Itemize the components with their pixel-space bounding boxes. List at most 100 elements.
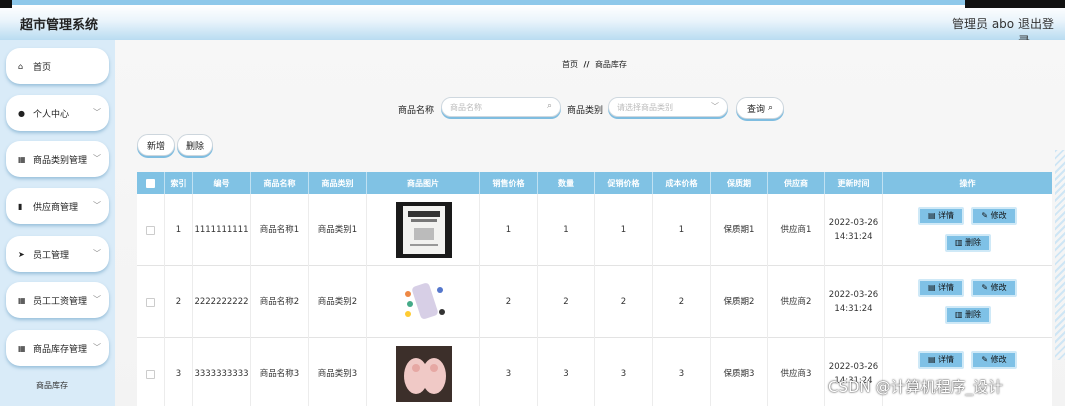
edit-button[interactable]: ✎ 修改 xyxy=(971,351,1017,369)
phone-image[interactable] xyxy=(396,274,452,330)
cell-cost-price: 3 xyxy=(653,338,711,406)
cell-cost-price: 2 xyxy=(653,266,711,338)
sidebar-item-home[interactable]: ⌂ 首页 xyxy=(6,48,109,84)
watermark: CSDN @计算机程序_设计 xyxy=(828,378,1004,396)
cell-actions: ▤ 详情 ✎ 修改 ▥ 删除 xyxy=(883,266,1052,338)
column-header[interactable]: 商品名称 xyxy=(251,172,309,194)
sidebar-item-label: 商品库存管理 xyxy=(33,344,88,355)
current-user-label: 管理员 abo xyxy=(952,17,1015,31)
product-name-input[interactable]: 商品名称 ⌕ xyxy=(441,97,561,117)
grid-icon: ▦ xyxy=(18,343,26,353)
cell-image xyxy=(367,338,480,406)
update-time: 14:31:24 xyxy=(834,304,873,314)
cell-name: 商品名称3 xyxy=(251,338,309,406)
query-button[interactable]: 查询 ⌕ xyxy=(736,97,784,119)
edit-button[interactable]: ✎ 修改 xyxy=(971,279,1017,297)
shoes-image[interactable] xyxy=(396,346,452,402)
edit-label: 修改 xyxy=(990,355,1007,364)
row-checkbox[interactable] xyxy=(146,369,155,379)
cell-category: 商品类别3 xyxy=(309,338,367,406)
row-checkbox-cell xyxy=(137,338,165,406)
sidebar-item-inventory-management[interactable]: ▦ 商品库存管理 ﹀ xyxy=(6,330,109,366)
document-icon: ▤ xyxy=(927,283,936,292)
row-delete-button[interactable]: ▥ 删除 xyxy=(945,234,991,252)
search-icon: ⌕ xyxy=(767,103,774,113)
top-bar: 超市管理系统 管理员 abo 退出登录 xyxy=(0,0,1065,48)
edit-button[interactable]: ✎ 修改 xyxy=(971,207,1017,225)
delete-button[interactable]: 删除 xyxy=(177,134,213,156)
table-row: 2 2222222222 商品名称2 商品类别2 2 2 2 2 保质期2 供应… xyxy=(137,266,1052,338)
cell-code: 1111111111 xyxy=(193,194,251,266)
cell-sale-price: 1 xyxy=(480,194,538,266)
cell-promo-price: 3 xyxy=(595,338,653,406)
document-icon: ▤ xyxy=(927,211,936,220)
cell-quantity: 3 xyxy=(538,338,595,406)
row-delete-button[interactable]: ▥ 删除 xyxy=(945,306,991,324)
query-button-label: 查询 xyxy=(746,104,765,115)
row-checkbox[interactable] xyxy=(146,297,155,307)
app-title: 超市管理系统 xyxy=(20,18,99,33)
column-header[interactable]: 成本价格 xyxy=(653,172,711,194)
bar-chart-icon: ▮ xyxy=(18,201,23,211)
top-right-corner xyxy=(965,0,1065,8)
cell-code: 3333333333 xyxy=(193,338,251,406)
cell-supplier: 供应商1 xyxy=(768,194,825,266)
sidebar-item-staff-management[interactable]: ➤ 员工管理 ﹀ xyxy=(6,236,109,272)
send-icon: ➤ xyxy=(18,249,25,259)
sidebar-item-label: 员工管理 xyxy=(33,250,70,261)
column-header[interactable]: 编号 xyxy=(193,172,251,194)
sidebar-item-label: 商品类别管理 xyxy=(33,155,88,166)
trash-icon: ▥ xyxy=(954,310,963,319)
sidebar-item-salary-management[interactable]: ▦ 员工工资管理 ﹀ xyxy=(6,282,109,318)
column-header[interactable]: 商品图片 xyxy=(367,172,480,194)
column-header: 操作 xyxy=(959,178,976,188)
search-icon: ⌕ xyxy=(546,101,552,111)
breadcrumb-home[interactable]: 首页 xyxy=(562,60,578,69)
pencil-icon: ✎ xyxy=(981,283,989,292)
column-header[interactable]: 商品类别 xyxy=(309,172,367,194)
detail-label: 详情 xyxy=(938,211,955,220)
column-header[interactable]: 保质期 xyxy=(711,172,768,194)
cell-promo-price: 2 xyxy=(595,266,653,338)
trash-icon: ▥ xyxy=(954,238,963,247)
product-category-select[interactable]: 请选择商品类别 ﹀ xyxy=(608,97,728,117)
cell-update-time: 2022-03-26 14:31:24 xyxy=(825,266,883,338)
sidebar-item-label: 员工工资管理 xyxy=(33,296,88,307)
detail-button[interactable]: ▤ 详情 xyxy=(918,351,964,369)
column-header[interactable]: 供应商 xyxy=(768,172,825,194)
column-header[interactable]: 索引 xyxy=(165,172,193,194)
book-image[interactable] xyxy=(396,202,452,258)
column-header[interactable]: 数量 xyxy=(538,172,595,194)
row-checkbox-cell xyxy=(137,266,165,338)
select-all-checkbox[interactable] xyxy=(146,178,155,188)
detail-button[interactable]: ▤ 详情 xyxy=(918,279,964,297)
pencil-icon: ✎ xyxy=(981,211,989,220)
row-checkbox[interactable] xyxy=(146,225,155,235)
home-icon: ⌂ xyxy=(18,61,24,71)
cell-shelf-life: 保质期2 xyxy=(711,266,768,338)
cell-cost-price: 1 xyxy=(653,194,711,266)
detail-button[interactable]: ▤ 详情 xyxy=(918,207,964,225)
sidebar-item-personal-center[interactable]: ● 个人中心 ﹀ xyxy=(6,95,109,131)
sidebar-item-category-management[interactable]: ▦ 商品类别管理 ﹀ xyxy=(6,141,109,177)
sidebar-subitem-inventory[interactable]: 商品库存 xyxy=(36,380,68,391)
cell-index: 1 xyxy=(165,194,193,266)
product-name-placeholder: 商品名称 xyxy=(450,103,482,112)
sidebar-item-supplier-management[interactable]: ▮ 供应商管理 ﹀ xyxy=(6,188,109,224)
breadcrumb-separator: // xyxy=(583,60,590,69)
column-header[interactable]: 更新时间 xyxy=(825,172,883,194)
table-row: 1 1111111111 商品名称1 商品类别1 1 1 1 1 保质期1 供应… xyxy=(137,194,1052,266)
column-header[interactable]: 促销价格 xyxy=(595,172,653,194)
detail-label: 详情 xyxy=(938,355,955,364)
cell-sale-price: 3 xyxy=(480,338,538,406)
detail-label: 详情 xyxy=(938,283,955,292)
column-header[interactable]: 销售价格 xyxy=(480,172,538,194)
add-button[interactable]: 新增 xyxy=(137,134,175,156)
top-left-corner xyxy=(0,0,12,8)
pencil-icon: ✎ xyxy=(981,355,989,364)
sidebar: ⌂ 首页 ● 个人中心 ﹀ ▦ 商品类别管理 ﹀ ▮ 供应商管理 ﹀ ➤ 员工管… xyxy=(0,40,115,406)
cell-code: 2222222222 xyxy=(193,266,251,338)
cell-quantity: 2 xyxy=(538,266,595,338)
sidebar-item-label: 个人中心 xyxy=(33,109,70,120)
chevron-down-icon: ﹀ xyxy=(93,154,101,163)
